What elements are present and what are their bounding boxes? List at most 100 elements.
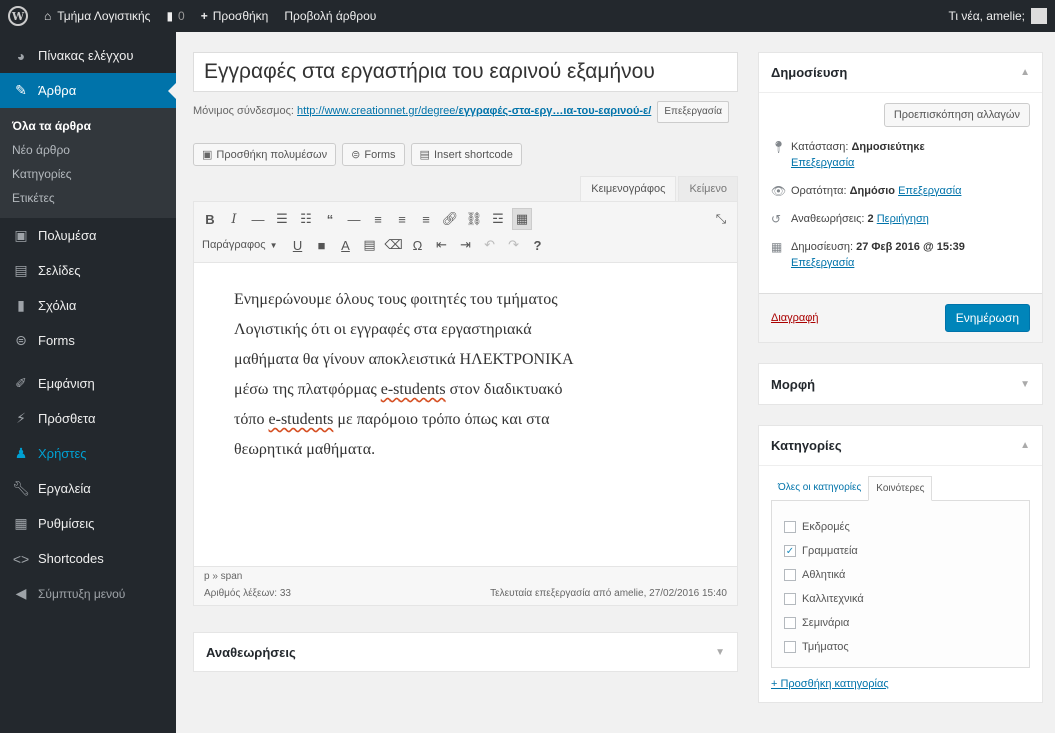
sidebar-item-comments[interactable]: ▮ Σχόλια: [0, 288, 176, 323]
clear-formatting-button[interactable]: ⌫: [384, 234, 404, 256]
unlink-button[interactable]: ⛓: [464, 208, 484, 230]
list-item[interactable]: Καλλιτεχνικά: [784, 587, 1017, 611]
published-date-row: ▦ Δημοσίευση: 27 Φεβ 2016 @ 15:39 Επεξεργ…: [771, 239, 1030, 271]
align-left-button[interactable]: ≡: [368, 208, 388, 230]
sidebar-item-shortcodes[interactable]: <> Shortcodes: [0, 541, 176, 576]
special-character-button[interactable]: Ω: [408, 234, 428, 256]
list-item[interactable]: Τμήματος: [784, 635, 1017, 659]
sidebar-item-settings[interactable]: ▦ Ρυθμίσεις: [0, 506, 176, 541]
account-menu[interactable]: Τι νέα, amelie;: [940, 0, 1055, 32]
content-text: με παρόμοιο τρόπο όπως και στα: [333, 411, 550, 428]
publish-box-header[interactable]: Δημοσίευση ▲: [759, 53, 1042, 93]
editor-toolbar: B I ― ☰ ☷ “ — ≡ ≡ ≡ 🔗︎ ⛓ ☲ ▦ ⤡ Παράγραφο…: [194, 202, 737, 263]
horizontal-line-button[interactable]: —: [344, 208, 364, 230]
category-label: Τμήματος: [802, 641, 849, 653]
sidebar-item-posts[interactable]: ✎ Άρθρα: [0, 73, 176, 108]
indent-button[interactable]: ⇥: [456, 234, 476, 256]
italic-button[interactable]: I: [224, 208, 244, 230]
delete-link[interactable]: Διαγραφή: [771, 312, 819, 324]
sidebar-item-pages[interactable]: ▤ Σελίδες: [0, 253, 176, 288]
read-more-button[interactable]: ☲: [488, 208, 508, 230]
submenu-tags[interactable]: Ετικέτες: [0, 186, 176, 210]
submenu-all-posts[interactable]: Όλα τα άρθρα: [0, 114, 176, 138]
link-button[interactable]: 🔗︎: [440, 208, 460, 230]
checkbox[interactable]: [784, 569, 796, 581]
forms-button[interactable]: ⊜ Forms: [342, 143, 405, 166]
list-item[interactable]: Σεμινάρια: [784, 611, 1017, 635]
chevron-down-icon[interactable]: ▼: [715, 647, 725, 658]
fullscreen-button[interactable]: ⤡: [711, 208, 731, 230]
greeting: Τι νέα, amelie;: [948, 9, 1025, 23]
preview-changes-button[interactable]: Προεπισκόπηση αλλαγών: [883, 103, 1030, 127]
help-icon[interactable]: ?: [528, 234, 548, 256]
site-name-menu[interactable]: ⌂ Τμήμα Λογιστικής: [36, 0, 158, 32]
pin-icon: 📍︎: [771, 140, 787, 154]
permalink-link[interactable]: http://www.creationnet.gr/degree/εγγραφέ…: [297, 105, 651, 117]
date-edit-link[interactable]: Επεξεργασία: [791, 257, 854, 269]
checkbox[interactable]: [784, 641, 796, 653]
list-item[interactable]: ✓ Γραμματεία: [784, 539, 1017, 563]
new-content-menu[interactable]: + Προσθήκη: [193, 0, 277, 32]
align-right-button[interactable]: ≡: [416, 208, 436, 230]
categories-box-header[interactable]: Κατηγορίες ▲: [759, 426, 1042, 466]
checkbox[interactable]: [784, 521, 796, 533]
chevron-down-icon[interactable]: ▼: [1020, 379, 1030, 390]
wp-logo-menu[interactable]: W: [0, 0, 36, 32]
add-media-button[interactable]: ▣ Προσθήκη πολυμέσων: [193, 143, 337, 166]
sidebar-item-label: Χρήστες: [38, 446, 87, 461]
revisions-box[interactable]: Αναθεωρήσεις ▼: [193, 632, 738, 672]
view-post-link[interactable]: Προβολή άρθρου: [276, 0, 384, 32]
strikethrough-button[interactable]: ―: [248, 208, 268, 230]
underline-button[interactable]: U: [288, 234, 308, 256]
comments-menu[interactable]: ▮ 0: [158, 0, 192, 32]
bold-button[interactable]: B: [200, 208, 220, 230]
status-value: Δημοσιεύτηκε: [851, 141, 925, 153]
text-color-button[interactable]: A: [336, 234, 356, 256]
outdent-button[interactable]: ⇤: [432, 234, 452, 256]
add-category-link[interactable]: + Προσθήκη κατηγορίας: [771, 678, 1030, 690]
justify-button[interactable]: ■: [312, 234, 332, 256]
editor-content[interactable]: Ενημερώνουμε όλους τους φοιτητές του τμή…: [194, 263, 737, 566]
insert-shortcode-button[interactable]: ▤ Insert shortcode: [410, 143, 522, 166]
post-title-input[interactable]: [193, 52, 738, 92]
category-label: Εκδρομές: [802, 521, 850, 533]
sidebar-item-appearance[interactable]: ✐ Εμφάνιση: [0, 366, 176, 401]
redo-button[interactable]: ↷: [504, 234, 524, 256]
visibility-edit-link[interactable]: Επεξεργασία: [898, 185, 961, 197]
tab-visual[interactable]: Κειμενογράφος: [580, 176, 677, 201]
permalink-edit-button[interactable]: Επεξεργασία: [657, 101, 729, 123]
checkbox-checked[interactable]: ✓: [784, 545, 796, 557]
sidebar-item-tools[interactable]: 🔧︎ Εργαλεία: [0, 471, 176, 506]
paste-text-button[interactable]: ▤: [360, 234, 380, 256]
sidebar-item-dashboard[interactable]: ◕ Πίνακας ελέγχου: [0, 38, 176, 73]
tab-all-categories[interactable]: Όλες οι κατηγορίες: [771, 476, 868, 501]
sidebar-item-plugins[interactable]: ⚡ Πρόσθετα: [0, 401, 176, 436]
tab-text[interactable]: Κείμενο: [678, 176, 738, 201]
undo-button[interactable]: ↶: [480, 234, 500, 256]
collapse-menu-button[interactable]: ◀ Σύμπτυξη μενού: [0, 576, 176, 611]
submenu-categories[interactable]: Κατηγορίες: [0, 162, 176, 186]
toolbar-toggle-button[interactable]: ▦: [512, 208, 532, 230]
submenu-new-post[interactable]: Νέο άρθρο: [0, 138, 176, 162]
sidebar-item-media[interactable]: ▣ Πολυμέσα: [0, 218, 176, 253]
checkbox[interactable]: [784, 617, 796, 629]
tab-most-used[interactable]: Κοινότερες: [868, 476, 933, 501]
sidebar-item-label: Σελίδες: [38, 263, 81, 278]
format-select[interactable]: Παράγραφος ▼: [200, 239, 284, 251]
sidebar-item-users[interactable]: ♟ Χρήστες: [0, 436, 176, 471]
chevron-up-icon[interactable]: ▲: [1020, 67, 1030, 78]
status-edit-link[interactable]: Επεξεργασία: [791, 157, 854, 169]
revisions-box-title: Αναθεωρήσεις: [206, 644, 296, 660]
list-item[interactable]: Αθλητικά: [784, 563, 1017, 587]
browse-revisions-link[interactable]: Περιήγηση: [877, 213, 929, 225]
bullet-list-button[interactable]: ☰: [272, 208, 292, 230]
update-button[interactable]: Ενημέρωση: [944, 304, 1030, 332]
align-center-button[interactable]: ≡: [392, 208, 412, 230]
numbered-list-button[interactable]: ☷: [296, 208, 316, 230]
sidebar-item-forms[interactable]: ⊜ Forms: [0, 323, 176, 358]
format-box-header[interactable]: Μορφή ▼: [759, 364, 1042, 404]
list-item[interactable]: Εκδρομές: [784, 515, 1017, 539]
checkbox[interactable]: [784, 593, 796, 605]
chevron-up-icon[interactable]: ▲: [1020, 440, 1030, 451]
blockquote-button[interactable]: “: [320, 208, 340, 230]
